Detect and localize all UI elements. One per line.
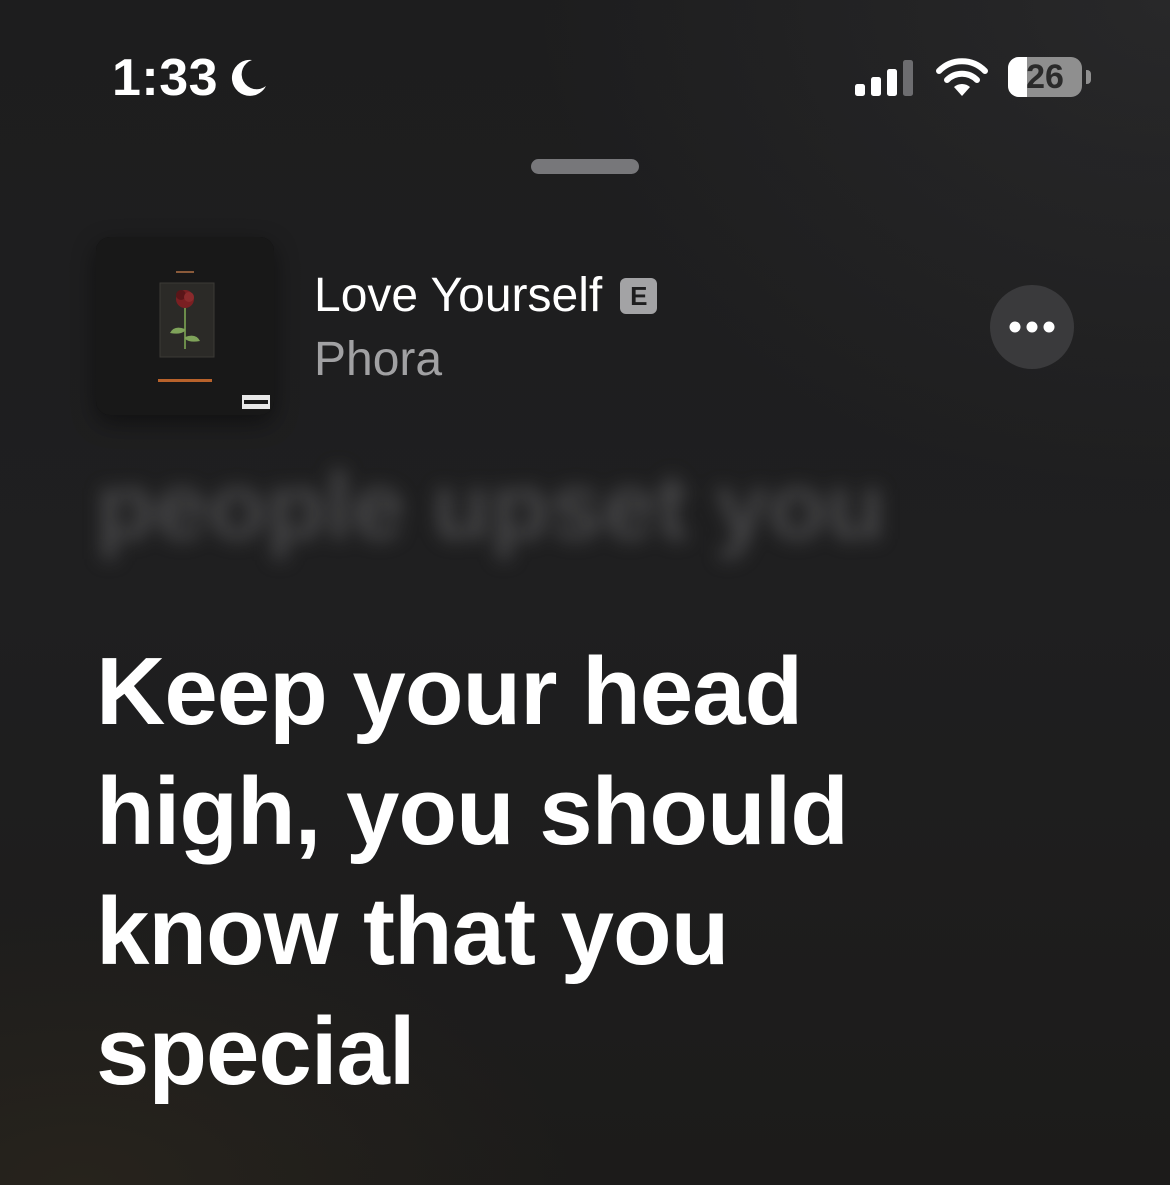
track-title: Love Yourself	[314, 269, 603, 322]
battery-nub	[1086, 70, 1091, 84]
more-options-button[interactable]	[990, 285, 1074, 369]
track-title-row[interactable]: Love Yourself E	[314, 266, 658, 326]
wifi-icon	[936, 58, 988, 96]
artist-name[interactable]: Phora	[314, 332, 442, 388]
sheet-grabber-handle[interactable]	[531, 159, 639, 174]
status-bar: 1:33 26	[0, 0, 1170, 150]
rose-artwork-image	[96, 237, 274, 415]
lyric-line-previous[interactable]: people upset you	[96, 452, 885, 562]
ellipsis-icon	[1009, 321, 1055, 333]
lyric-line-current[interactable]: Keep your head high, you should know tha…	[96, 632, 996, 1112]
battery-percent: 26	[1026, 58, 1064, 96]
moon-icon	[231, 59, 266, 96]
explicit-badge: E	[620, 278, 658, 314]
battery-indicator: 26	[1008, 57, 1092, 99]
cellular-signal-icon	[855, 60, 913, 96]
battery-body: 26	[1008, 57, 1082, 97]
album-artwork[interactable]	[96, 237, 274, 415]
status-time: 1:33	[112, 49, 219, 107]
